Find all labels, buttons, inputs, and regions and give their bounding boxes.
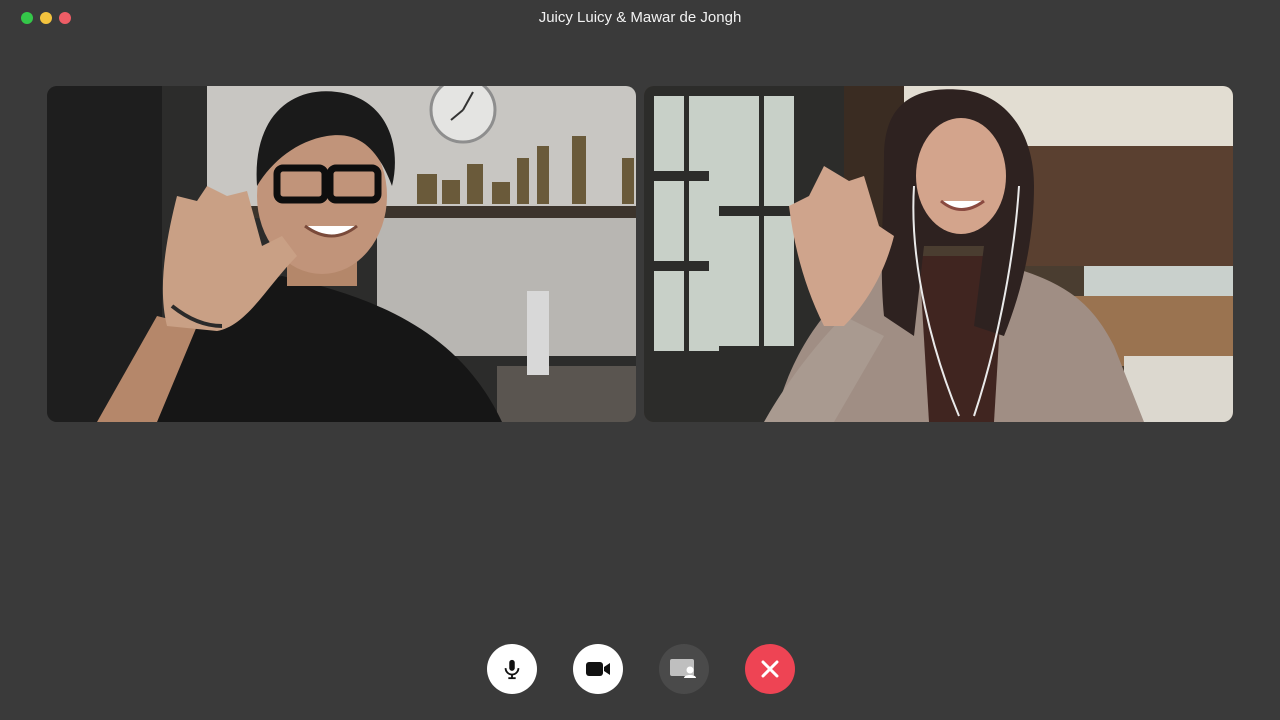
participant-video-right[interactable] — [644, 86, 1233, 422]
end-call-button[interactable] — [745, 644, 795, 694]
close-icon — [761, 660, 779, 678]
video-camera-icon — [586, 662, 610, 676]
microphone-button[interactable] — [487, 644, 537, 694]
call-controls — [487, 644, 795, 694]
share-screen-icon — [670, 659, 696, 678]
microphone-icon — [504, 659, 520, 680]
video-frame-left — [47, 86, 636, 422]
video-frame-right — [644, 86, 1233, 422]
participant-video-left[interactable] — [47, 86, 636, 422]
window-title: Juicy Luicy & Mawar de Jongh — [538, 9, 742, 26]
camera-button[interactable] — [573, 644, 623, 694]
share-screen-button[interactable] — [659, 644, 709, 694]
